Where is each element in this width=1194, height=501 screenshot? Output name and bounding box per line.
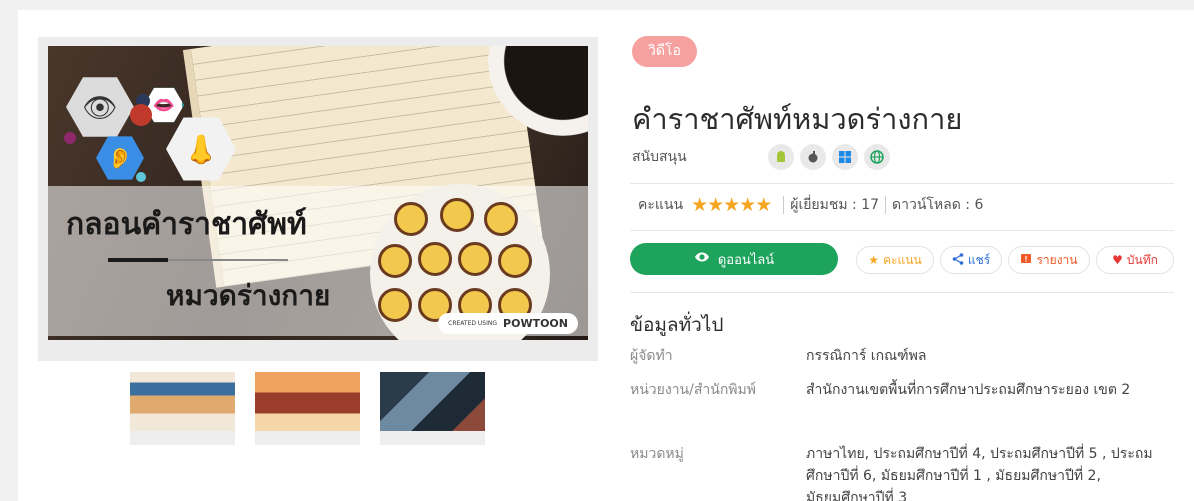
share-button[interactable]: แชร์: [940, 246, 1002, 274]
organ-icon: [498, 244, 532, 278]
author-label: ผู้จัดทำ: [630, 348, 673, 364]
section-title: ข้อมูลทั่วไป: [630, 314, 724, 336]
star-icon: ★: [868, 253, 880, 267]
views-count: ผู้เยี่ยมชม : 17: [790, 197, 880, 213]
windows-icon: [832, 144, 858, 170]
type-badge: วิดีโอ: [632, 36, 697, 67]
report-label: รายงาน: [1036, 252, 1078, 267]
android-icon: [768, 144, 794, 170]
publisher-label: หน่วยงาน/สำนักพิมพ์: [630, 382, 756, 398]
organ-icon: [440, 198, 474, 232]
apple-icon: [800, 144, 826, 170]
rate-label: คะแนน: [883, 252, 922, 267]
separator: [630, 183, 1174, 184]
downloads-count: ดาวน์โหลด : 6: [892, 197, 984, 213]
rating-stars: ★★★★★: [691, 194, 772, 216]
thumbnail-1[interactable]: [130, 372, 235, 445]
report-button[interactable]: รายงาน: [1008, 246, 1090, 274]
save-button[interactable]: ♥ บันทึก: [1096, 246, 1174, 274]
organ-icon: [394, 202, 428, 236]
resource-card: 👁 👄 👃 👂 กลอนคำราชาศัพท์ หมวดร่างกาย CREA…: [18, 10, 1194, 501]
watch-online-button[interactable]: ดูออนไลน์: [630, 243, 838, 275]
divider: [783, 196, 785, 214]
web-globe-icon: [864, 144, 890, 170]
video-cover-image[interactable]: 👁 👄 👃 👂 กลอนคำราชาศัพท์ หมวดร่างกาย CREA…: [48, 46, 588, 340]
organ-icon: [484, 202, 518, 236]
page-title: คำราชาศัพท์หมวดร่างกาย: [632, 102, 963, 136]
cover-divider-thin: [168, 259, 288, 261]
powtoon-watermark: CREATED USING POWTOON: [438, 313, 578, 334]
stats-row: คะแนน ★★★★★ ผู้เยี่ยมชม : 17 ดาวน์โหลด :…: [638, 194, 983, 216]
decor-dot: [136, 172, 146, 182]
organ-icon: [378, 244, 412, 278]
platform-support: สนับสนุน: [632, 144, 896, 170]
cover-divider: [108, 258, 168, 262]
rate-button[interactable]: ★ คะแนน: [856, 246, 934, 274]
decor-dot: [130, 104, 152, 126]
author-value: กรรณิการ์ เกณฑ์พล: [806, 348, 927, 364]
thumbnail-3[interactable]: [380, 372, 485, 445]
eye-icon: [694, 251, 710, 267]
category-label: หมวดหมู่: [630, 446, 684, 462]
save-label: บันทึก: [1126, 252, 1158, 267]
divider: [885, 196, 887, 214]
separator: [630, 292, 1174, 293]
support-label: สนับสนุน: [632, 149, 687, 165]
share-icon: [952, 252, 964, 268]
share-label: แชร์: [967, 252, 991, 267]
media-preview-frame: 👁 👄 👃 👂 กลอนคำราชาศัพท์ หมวดร่างกาย CREA…: [38, 37, 598, 361]
thumbnail-strip: [130, 372, 485, 445]
organ-icon: [458, 242, 492, 276]
cover-title-line2: หมวดร่างกาย: [166, 279, 331, 312]
separator: [630, 230, 1174, 231]
cover-title-line1: กลอนคำราชาศัพท์: [66, 207, 307, 242]
report-flag-icon: [1020, 253, 1032, 268]
decor-dot: [64, 132, 76, 144]
organ-icon: [418, 242, 452, 276]
heart-icon: ♥: [1112, 253, 1123, 267]
organ-icon: [378, 288, 412, 322]
publisher-value: สำนักงานเขตพื้นที่การศึกษาประถมศึกษาระยอ…: [806, 382, 1131, 398]
category-value: ภาษาไทย, ประถมศึกษาปีที่ 4, ประถมศึกษาปี…: [806, 446, 1153, 501]
rating-label: คะแนน: [638, 197, 684, 213]
watch-online-label: ดูออนไลน์: [717, 252, 775, 268]
thumbnail-2[interactable]: [255, 372, 360, 445]
